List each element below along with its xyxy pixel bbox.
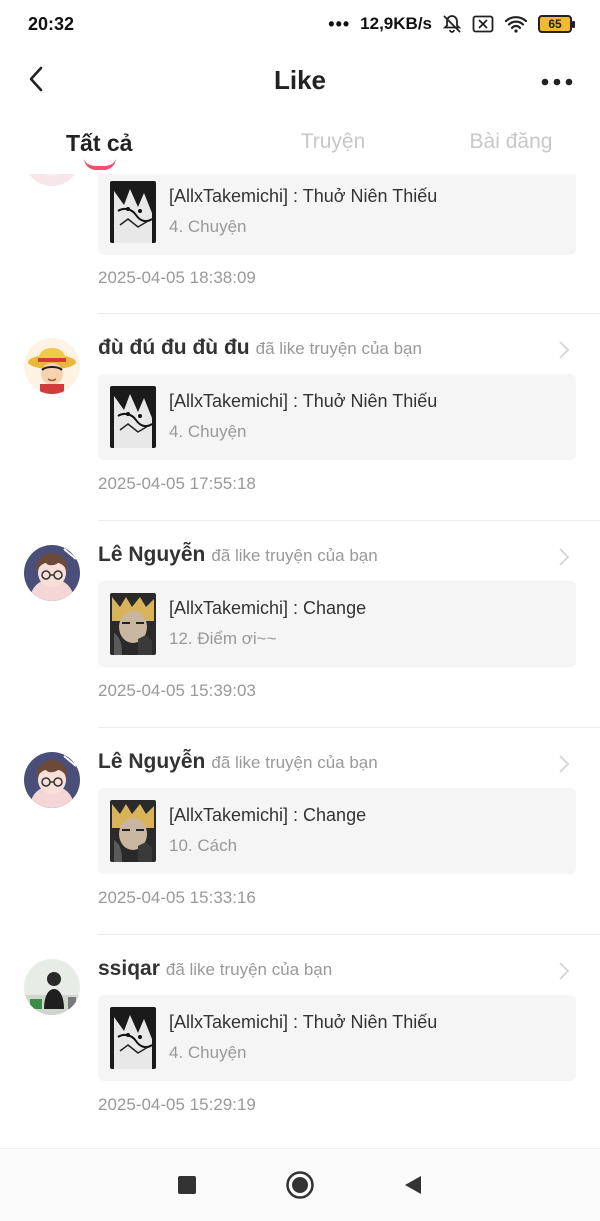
timestamp: 2025-04-05 18:38:09 [98,268,256,287]
story-thumbnail [110,181,156,243]
chevron-right-icon[interactable] [558,547,570,567]
username[interactable]: Lê Nguyễn [98,543,205,567]
wifi-icon [504,15,528,33]
story-title: [AllxTakemichi] : Thuở Niên Thiếu [169,186,438,206]
chapter-title: 4. Chuyện [169,1043,247,1062]
active-tab-indicator [84,158,116,170]
story-thumbnail [110,1007,156,1069]
list-item: [AllxTakemichi] : Thuở Niên Thiếu 4. Chu… [0,150,600,336]
more-horizontal-icon [541,78,573,86]
timestamp: 2025-04-05 17:55:18 [98,474,256,493]
story-card[interactable]: [AllxTakemichi] : Change 10. Cách [98,788,576,874]
timestamp: 2025-04-05 15:33:16 [98,888,256,907]
notification-text: đù đú đu đù đu đã like truyện của bạn [98,336,560,360]
sim-off-icon [472,15,494,33]
recents-button[interactable] [167,1165,207,1205]
notification-action: đã like truyện của bạn [165,960,333,979]
timestamp: 2025-04-05 15:29:19 [98,1095,256,1114]
bw-manga-cover [110,386,156,448]
tab-bar: Tất cả Truyện Bài đăng [0,118,600,174]
home-button[interactable] [280,1165,320,1205]
username[interactable]: ssiqar [98,957,160,981]
photo-person-avatar [24,959,80,1015]
back-button[interactable] [22,64,52,94]
signal-dots-icon: ••• [328,13,351,34]
notification-text: ssiqar đã like truyện của bạn [98,957,560,981]
tab-stories-label: Truyện [300,130,366,153]
username[interactable]: đù đú đu đù đu [98,336,250,360]
battery-icon: 65 [538,15,575,33]
list-item: Lê Nguyễn đã like truyện của bạn [AllxTa… [0,728,600,935]
blond-character-cover [110,593,156,655]
notification-action: đã like truyện của bạn [255,339,422,358]
system-back-button[interactable] [393,1165,433,1205]
chapter-title: 4. Chuyện [169,217,247,236]
bw-manga-cover [110,1007,156,1069]
tab-posts-label: Bài đăng [469,130,553,153]
bw-manga-cover [110,181,156,243]
story-title: [AllxTakemichi] : Change [169,805,367,825]
chevron-right-icon[interactable] [558,340,570,360]
status-indicators: ••• 12,9KB/s 65 [328,13,575,35]
battery-level: 65 [548,17,562,31]
avatar[interactable] [24,338,80,394]
list-item: ssiqar đã like truyện của bạn [AllxTakem… [0,935,600,1142]
avatar[interactable] [24,959,80,1015]
story-card[interactable]: [AllxTakemichi] : Thuở Niên Thiếu 4. Chu… [98,995,576,1081]
avatar[interactable] [24,752,80,808]
tab-stories[interactable]: Truyện [244,118,422,154]
tab-all-label: Tất cả [66,130,133,156]
anime-glasses-avatar [24,545,80,601]
story-card[interactable]: [AllxTakemichi] : Thuở Niên Thiếu 4. Chu… [98,374,576,460]
notification-text: Lê Nguyễn đã like truyện của bạn [98,750,560,774]
chevron-right-icon[interactable] [558,754,570,774]
home-circle-icon [286,1171,314,1199]
chapter-title: 10. Cách [169,836,238,855]
chevron-right-icon[interactable] [558,961,570,981]
notification-action: đã like truyện của bạn [211,546,378,565]
status-bar: 20:32 ••• 12,9KB/s 65 [0,0,600,48]
status-time: 20:32 [28,13,75,34]
story-card[interactable]: [AllxTakemichi] : Change 12. Điểm ơi~~ [98,581,576,667]
network-speed: 12,9KB/s [360,14,432,33]
chapter-title: 12. Điểm ơi~~ [169,629,277,648]
story-card[interactable]: [AllxTakemichi] : Thuở Niên Thiếu 4. Chu… [98,169,576,255]
like-feed-list[interactable]: [AllxTakemichi] : Thuở Niên Thiếu 4. Chu… [0,150,600,1148]
story-title: [AllxTakemichi] : Thuở Niên Thiếu [169,1012,438,1032]
top-app-bar: Like [0,48,600,112]
timestamp: 2025-04-05 15:39:03 [98,681,256,700]
notification-action: đã like truyện của bạn [211,753,378,772]
anime-glasses-avatar [24,752,80,808]
bell-muted-icon [442,14,462,34]
blond-character-cover [110,800,156,862]
story-title: [AllxTakemichi] : Change [169,598,367,618]
story-thumbnail [110,386,156,448]
list-item: Lê Nguyễn đã like truyện của bạn [AllxTa… [0,521,600,728]
tab-all[interactable]: Tất cả [0,118,244,170]
more-options-button[interactable] [540,68,574,88]
chevron-left-icon [29,66,43,92]
notification-text: Lê Nguyễn đã like truyện của bạn [98,543,560,567]
back-triangle-icon [405,1176,422,1194]
tab-posts[interactable]: Bài đăng [422,118,600,154]
chapter-title: 4. Chuyện [169,422,247,441]
page-title: Like [273,64,327,95]
recents-square-icon [177,1176,196,1194]
straw-hat-avatar [24,338,80,394]
avatar[interactable] [24,545,80,601]
username[interactable]: Lê Nguyễn [98,750,205,774]
story-thumbnail [110,800,156,862]
system-navigation-bar [0,1148,600,1221]
story-thumbnail [110,593,156,655]
list-item: đù đú đu đù đu đã like truyện của bạn [A… [0,314,600,521]
story-title: [AllxTakemichi] : Thuở Niên Thiếu [169,391,438,411]
